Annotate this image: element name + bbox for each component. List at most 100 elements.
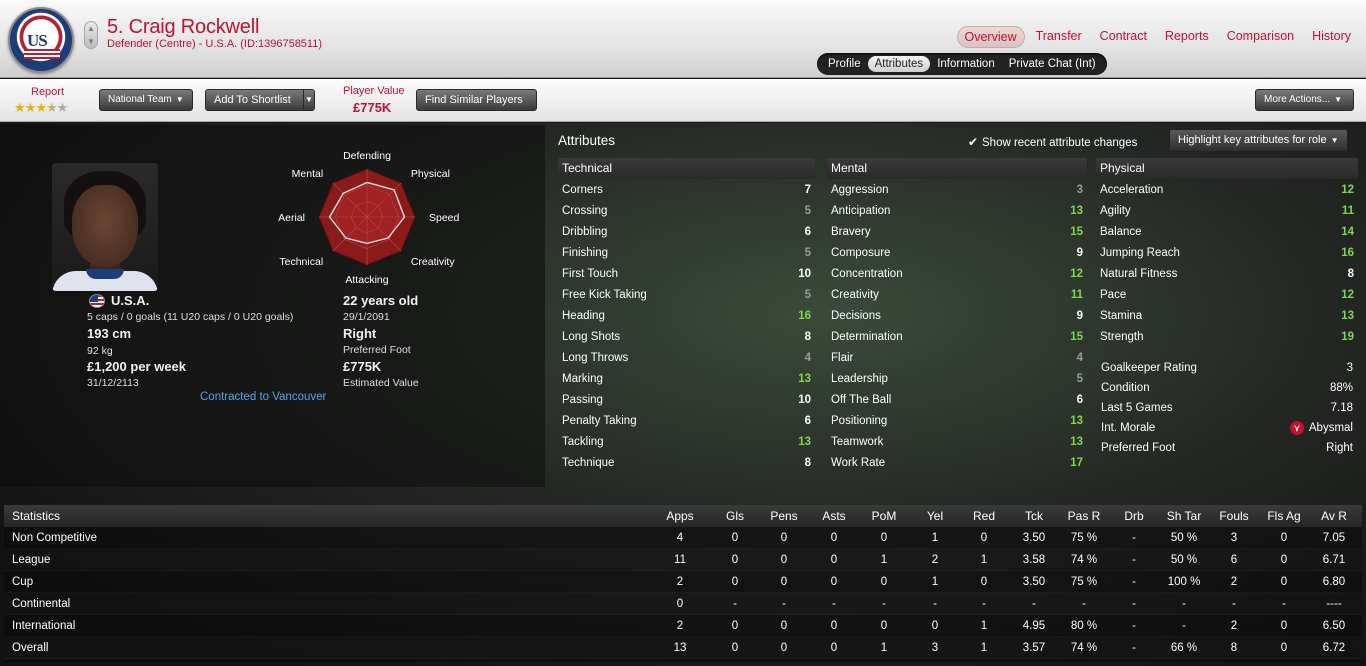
int-morale-label: Int. Morale [1101,422,1156,434]
condition-row: Condition 88% [1097,378,1357,398]
long-throws-value: 4 [804,351,811,364]
age: 22 years old [343,293,419,308]
stat-sh-tar: - [1182,620,1186,632]
stat-red: 1 [980,642,988,654]
nationality: U.S.A. [111,293,150,308]
attribute-row: Stamina 13 [1096,305,1358,326]
stat-header-av-r[interactable]: Av R [1321,505,1347,527]
report-star-rating[interactable]: ★★★★★ [14,100,68,116]
stat-drb: - [1132,532,1136,544]
next-player-icon[interactable]: ▼ [85,35,97,48]
subtab-profile[interactable]: Profile [821,56,868,72]
stat-header-red[interactable]: Red [973,505,995,527]
toolbar: Report ★★★★★ National Team ▼ Add To Short… [0,79,1366,122]
attribute-row: Heading 16 [558,305,815,326]
us-soccer-crest-icon: US [8,7,74,73]
player-value-label: Player Value [343,85,405,97]
tab-contract[interactable]: Contract [1093,26,1154,48]
add-to-shortlist-button[interactable]: Add To Shortlist [205,89,304,111]
flair-label: Flair [831,351,854,364]
bravery-label: Bravery [831,225,871,238]
tab-transfer[interactable]: Transfer [1029,26,1089,48]
stat-tck: 3.58 [1022,554,1046,566]
stat-header-sh-tar[interactable]: Sh Tar [1167,505,1201,527]
shortlist-options-caret-icon[interactable]: ▼ [303,89,315,111]
free-kick-taking-label: Free Kick Taking [562,288,647,301]
contracted-club-link[interactable]: Contracted to Vancouver [200,391,326,403]
heading-value: 16 [798,309,811,322]
stat-header-pom[interactable]: PoM [872,505,897,527]
stat-red: 0 [980,576,988,588]
stat-header-apps[interactable]: Apps [666,505,693,527]
stat-header-statistics[interactable]: Statistics [12,505,60,527]
goalkeeper-rating-label: Goalkeeper Rating [1101,362,1197,374]
recent-changes-label: Show recent attribute changes [982,137,1138,149]
attribute-row: Technique 8 [558,452,815,473]
stat-header-drb[interactable]: Drb [1124,505,1143,527]
stat-av-r: 7.05 [1322,532,1346,544]
attribute-row: Anticipation 13 [827,200,1087,221]
decisions-label: Decisions [831,309,881,322]
dribbling-label: Dribbling [562,225,608,238]
stat-row-label: Continental [12,598,71,610]
attribute-row: Composure 9 [827,242,1087,263]
stat-pas-r: 75 % [1070,532,1098,544]
tab-history[interactable]: History [1305,26,1358,48]
recent-changes-checkbox[interactable]: ✔ Show recent attribute changes [968,135,1137,149]
balance-value: 14 [1341,225,1354,238]
national-team-dropdown[interactable]: National Team ▼ [99,89,193,111]
stat-pom: 1 [880,642,888,654]
tab-comparison[interactable]: Comparison [1220,26,1301,48]
crossing-value: 5 [804,204,811,217]
star-icon: ★ [24,100,37,115]
jumping-reach-label: Jumping Reach [1100,246,1180,259]
player-profile-screen: US ▲ ▼ 5. Craig Rockwell Defender (Centr… [0,0,1366,666]
previous-player-icon[interactable]: ▲ [85,22,97,35]
tackling-label: Tackling [562,435,604,448]
date-of-birth: 29/1/2091 [343,311,390,323]
stat-header-pens[interactable]: Pens [770,505,797,527]
preferred-foot-value-wrap: Right [1326,442,1353,454]
teamwork-label: Teamwork [831,435,884,448]
add-to-shortlist-label: Add To Shortlist [214,94,291,106]
determination-label: Determination [831,330,903,343]
stat-header-gls[interactable]: Gls [726,505,744,527]
stat-header-pas-r[interactable]: Pas R [1068,505,1101,527]
physical-attributes: Physical Acceleration 12 Agility 11 Balance 14… [1096,158,1358,347]
stat-header-yel[interactable]: Yel [927,505,943,527]
stamina-label: Stamina [1100,309,1143,322]
subtab-private-chat-int[interactable]: Private Chat (Int) [1002,56,1103,72]
national-team-label: National Team [108,94,172,105]
attribute-row: Natural Fitness 8 [1096,263,1358,284]
composure-value: 9 [1076,246,1083,259]
highlight-role-dropdown[interactable]: Highlight key attributes for role ▼ [1169,129,1348,152]
stat-header-asts[interactable]: Asts [822,505,845,527]
stat-apps: 0 [676,598,684,610]
more-actions-dropdown[interactable]: More Actions... ▼ [1255,89,1354,111]
stat-fls-ag: 0 [1280,554,1288,566]
stat-pom: - [882,598,886,610]
creativity-value: 11 [1070,288,1083,301]
preferred-foot-label: Preferred Foot [1101,442,1176,454]
attribute-row: Balance 14 [1096,221,1358,242]
stat-tck: 3.57 [1022,642,1046,654]
player-switcher[interactable]: ▲ ▼ [84,21,98,49]
main-nav: Overview Transfer Contract Reports Compariso… [953,26,1359,48]
subtab-attributes[interactable]: Attributes [867,56,931,72]
technical-header: Technical [558,158,815,179]
star-icon: ★ [14,100,26,115]
stat-av-r: ---- [1326,598,1342,610]
subtab-information[interactable]: Information [930,56,1002,72]
stat-drb: - [1132,598,1136,610]
tab-reports[interactable]: Reports [1158,26,1216,48]
stat-pom: 1 [880,554,888,566]
report-label[interactable]: Report [31,86,64,98]
free-kick-taking-value: 5 [804,288,811,301]
find-similar-players-button[interactable]: Find Similar Players [416,89,537,111]
stat-header-fouls[interactable]: Fouls [1219,505,1248,527]
goalkeeper-rating-row: Goalkeeper Rating 3 [1097,358,1357,378]
tab-overview[interactable]: Overview [956,26,1025,48]
player-header: US ▲ ▼ 5. Craig Rockwell Defender (Centr… [0,0,1366,78]
stat-header-fls-ag[interactable]: Fls Ag [1267,505,1300,527]
stat-header-tck[interactable]: Tck [1025,505,1043,527]
